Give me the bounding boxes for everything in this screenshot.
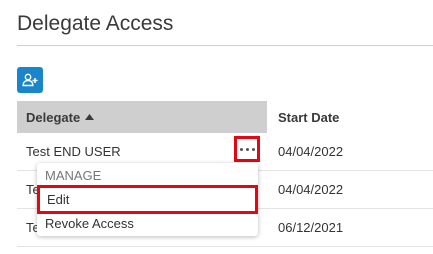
- page-title: Delegate Access: [17, 12, 174, 35]
- column-header-start-date[interactable]: Start Date: [267, 101, 433, 133]
- edit-menu-item-label: Edit: [47, 192, 70, 207]
- title-divider: [17, 45, 433, 46]
- row-actions-menu: MANAGE Edit Revoke Access: [37, 163, 258, 236]
- start-date: 06/12/2021: [278, 220, 344, 235]
- start-date: 04/04/2022: [278, 144, 344, 159]
- revoke-access-menu-item[interactable]: Revoke Access: [45, 216, 134, 231]
- more-options-icon: [239, 147, 255, 151]
- column-header-delegate[interactable]: Delegate: [17, 101, 267, 133]
- table-header: Delegate Start Date: [17, 101, 433, 133]
- delegate-table: Delegate Start Date Test END USER 04/04/…: [17, 101, 433, 247]
- column-header-delegate-label: Delegate: [26, 109, 81, 125]
- add-delegate-button[interactable]: [17, 67, 43, 93]
- delegate-name: Test END USER: [26, 144, 121, 159]
- column-header-start-date-label: Start Date: [278, 109, 340, 125]
- start-date: 04/04/2022: [278, 182, 344, 197]
- row-actions-button[interactable]: [234, 136, 260, 162]
- sort-ascending-icon: [85, 114, 95, 120]
- add-user-icon: [22, 73, 38, 87]
- edit-menu-item[interactable]: Edit: [37, 185, 258, 214]
- menu-header: MANAGE: [45, 168, 102, 183]
